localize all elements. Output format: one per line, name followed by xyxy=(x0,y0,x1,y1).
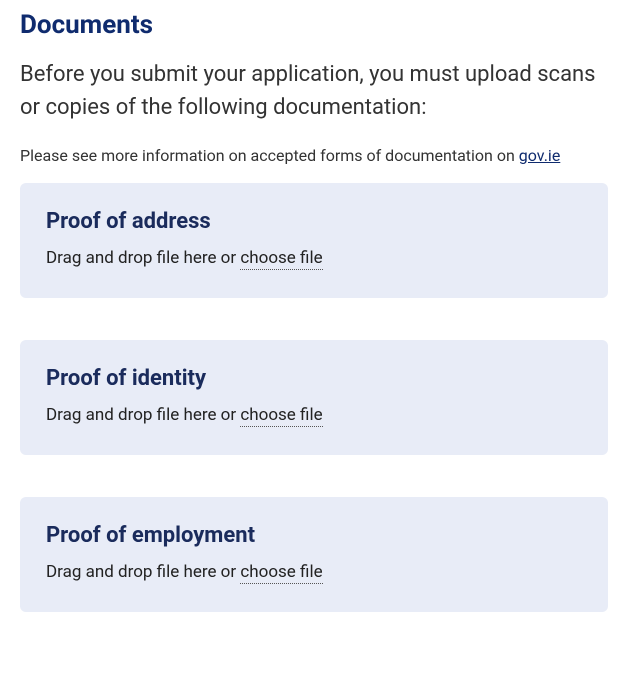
info-link-govie[interactable]: gov.ie xyxy=(519,146,561,165)
upload-title: Proof of identity xyxy=(46,366,582,391)
drag-drop-text: Drag and drop file here or xyxy=(46,248,240,268)
upload-instruction: Drag and drop file here or choose file xyxy=(46,405,582,425)
drag-drop-text: Drag and drop file here or xyxy=(46,405,240,425)
upload-card-address[interactable]: Proof of address Drag and drop file here… xyxy=(20,183,608,298)
intro-text: Before you submit your application, you … xyxy=(20,58,608,124)
choose-file-link[interactable]: choose file xyxy=(240,562,322,584)
page-heading: Documents xyxy=(20,10,608,40)
upload-title: Proof of address xyxy=(46,209,582,234)
upload-card-employment[interactable]: Proof of employment Drag and drop file h… xyxy=(20,497,608,612)
info-prefix: Please see more information on accepted … xyxy=(20,146,519,165)
upload-card-identity[interactable]: Proof of identity Drag and drop file her… xyxy=(20,340,608,455)
info-text: Please see more information on accepted … xyxy=(20,146,608,165)
upload-title: Proof of employment xyxy=(46,523,582,548)
drag-drop-text: Drag and drop file here or xyxy=(46,562,240,582)
choose-file-link[interactable]: choose file xyxy=(240,248,322,270)
upload-instruction: Drag and drop file here or choose file xyxy=(46,562,582,582)
upload-instruction: Drag and drop file here or choose file xyxy=(46,248,582,268)
choose-file-link[interactable]: choose file xyxy=(240,405,322,427)
